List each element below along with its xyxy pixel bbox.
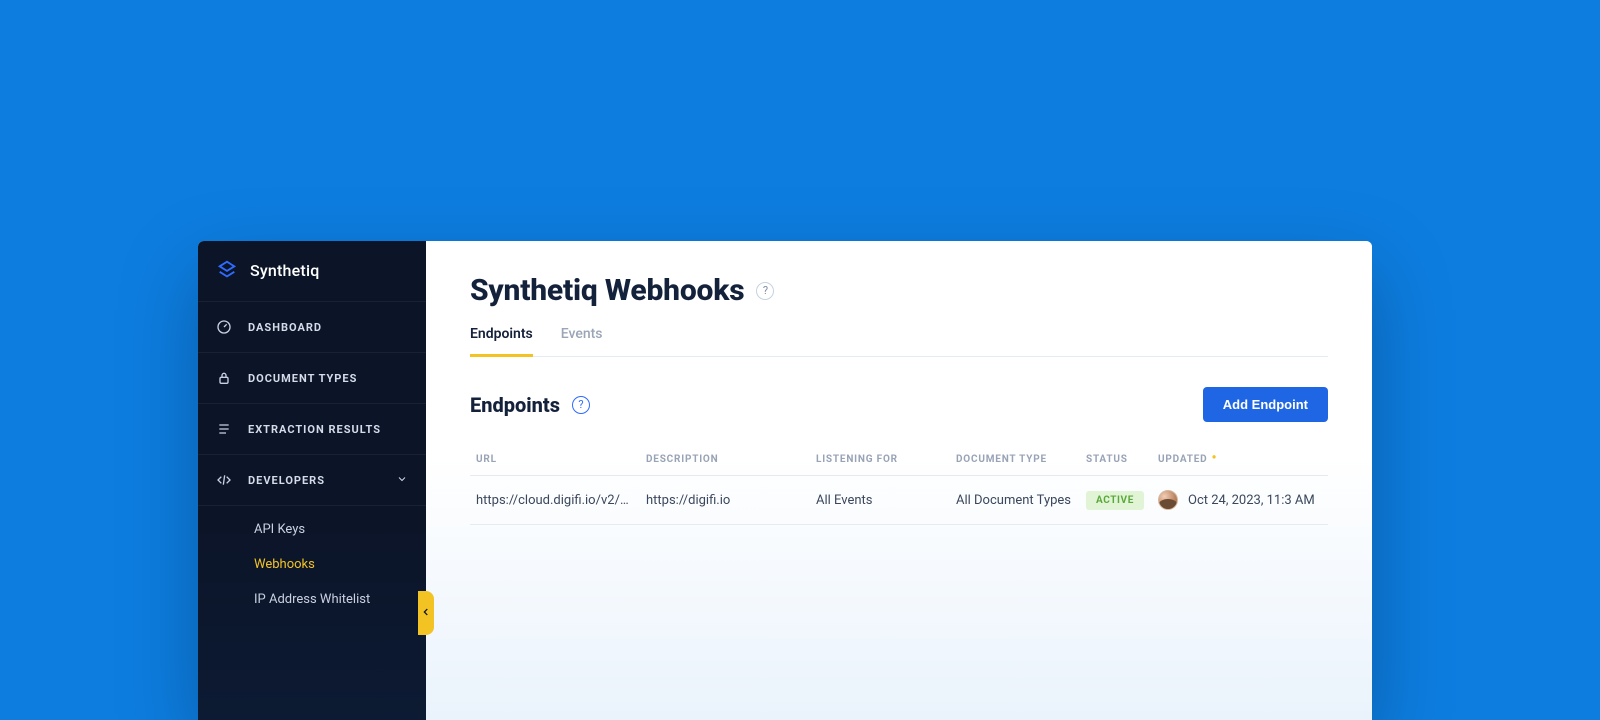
brand-logo-icon	[216, 259, 238, 281]
subnav-ip-whitelist[interactable]: IP Address Whitelist	[198, 582, 426, 617]
nav-label: DEVELOPERS	[248, 474, 325, 487]
section-header: Endpoints ? Add Endpoint	[470, 387, 1328, 422]
subnav-webhooks[interactable]: Webhooks	[198, 547, 426, 582]
page-title: Synthetiq Webhooks	[470, 273, 744, 308]
subnav-api-keys[interactable]: API Keys	[198, 512, 426, 547]
page-tabs: Endpoints Events	[470, 326, 1328, 357]
nav-label: DOCUMENT TYPES	[248, 372, 357, 385]
sidebar-collapse-handle[interactable]	[418, 591, 434, 635]
col-description[interactable]: DESCRIPTION	[640, 444, 810, 476]
sidebar: Synthetiq DASHBOARD DOCUMENT TYPES EXTRA…	[198, 241, 426, 720]
primary-nav: DASHBOARD DOCUMENT TYPES EXTRACTION RESU…	[198, 302, 426, 506]
main-content: Synthetiq Webhooks ? Endpoints Events En…	[426, 241, 1372, 720]
add-endpoint-button[interactable]: Add Endpoint	[1203, 387, 1328, 422]
nav-developers[interactable]: DEVELOPERS	[198, 455, 426, 506]
developers-subnav: API Keys Webhooks IP Address Whitelist	[198, 506, 426, 627]
nav-label: DASHBOARD	[248, 321, 322, 334]
brand: Synthetiq	[198, 241, 426, 302]
list-icon	[216, 421, 232, 437]
page-header: Synthetiq Webhooks ?	[470, 273, 1328, 308]
tab-events[interactable]: Events	[561, 326, 603, 356]
brand-name: Synthetiq	[250, 261, 319, 280]
cell-doctype: All Document Types	[950, 476, 1080, 525]
cell-description: https://digifi.io	[640, 476, 810, 525]
cell-listening: All Events	[810, 476, 950, 525]
tab-endpoints[interactable]: Endpoints	[470, 326, 533, 357]
gauge-icon	[216, 319, 232, 335]
col-document-type[interactable]: DOCUMENT TYPE	[950, 444, 1080, 476]
code-icon	[216, 472, 232, 488]
chevron-left-icon	[421, 606, 431, 620]
sort-indicator-icon: •	[1211, 450, 1217, 466]
col-listening-for[interactable]: LISTENING FOR	[810, 444, 950, 476]
cell-status: ACTIVE	[1080, 476, 1152, 525]
nav-dashboard[interactable]: DASHBOARD	[198, 302, 426, 353]
app-window: Synthetiq DASHBOARD DOCUMENT TYPES EXTRA…	[198, 241, 1372, 720]
lock-icon	[216, 370, 232, 386]
cell-updated: Oct 24, 2023, 11:3 AM	[1152, 476, 1328, 525]
avatar	[1158, 490, 1178, 510]
nav-extraction-results[interactable]: EXTRACTION RESULTS	[198, 404, 426, 455]
table-header-row: URL DESCRIPTION LISTENING FOR DOCUMENT T…	[470, 444, 1328, 476]
col-status[interactable]: STATUS	[1080, 444, 1152, 476]
status-badge: ACTIVE	[1086, 491, 1144, 510]
section-title: Endpoints	[470, 393, 560, 417]
endpoints-table: URL DESCRIPTION LISTENING FOR DOCUMENT T…	[470, 444, 1328, 525]
section-help-icon[interactable]: ?	[572, 396, 590, 414]
page-help-icon[interactable]: ?	[756, 282, 774, 300]
col-updated[interactable]: UPDATED•	[1152, 444, 1328, 476]
cell-url: https://cloud.digifi.io/v2/eip/	[470, 476, 640, 525]
chevron-down-icon	[396, 473, 408, 488]
nav-document-types[interactable]: DOCUMENT TYPES	[198, 353, 426, 404]
nav-label: EXTRACTION RESULTS	[248, 423, 381, 436]
col-url[interactable]: URL	[470, 444, 640, 476]
updated-timestamp: Oct 24, 2023, 11:3 AM	[1188, 493, 1315, 508]
table-row[interactable]: https://cloud.digifi.io/v2/eip/ https://…	[470, 476, 1328, 525]
